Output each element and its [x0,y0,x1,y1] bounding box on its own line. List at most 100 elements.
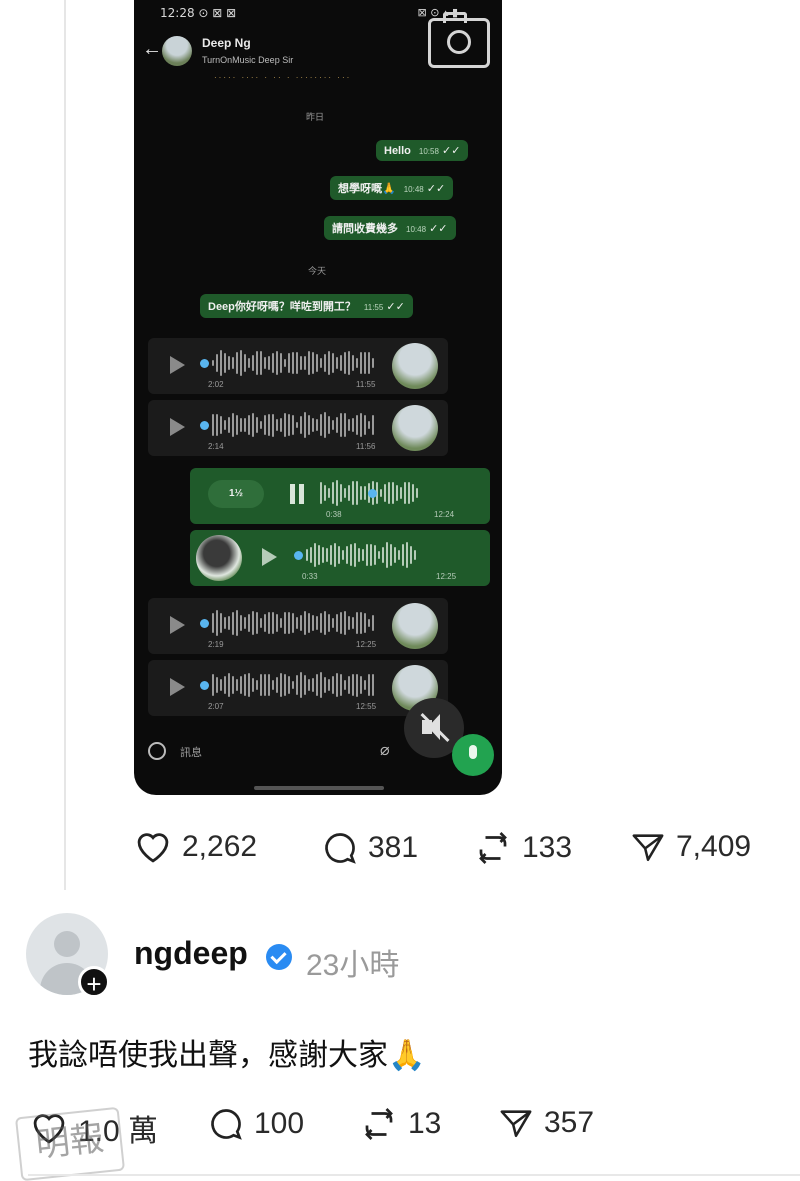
voice-duration: 2:07 [208,702,224,711]
share-action[interactable]: 357 [498,1106,594,1140]
play-icon[interactable] [262,548,277,566]
waveform-bar [212,413,214,437]
waveform-bar [332,420,334,430]
waveform-bar [308,351,310,375]
play-icon[interactable] [170,678,185,696]
waveform-bar [212,360,214,366]
waveform-bar [374,544,376,566]
voice-message[interactable]: 2:07 12:55 [148,660,448,716]
waveform-bar [392,481,394,505]
waveform-bar [344,680,346,690]
post-text: 我諗唔使我出聲，感謝大家🙏 [28,1039,426,1072]
waveform-bar [212,674,214,696]
waveform-bar [276,351,278,375]
playhead-dot[interactable] [368,489,377,498]
playhead-dot[interactable] [200,681,209,690]
play-icon[interactable] [170,418,185,436]
waveform-bar [312,615,314,631]
embedded-chat-screenshot[interactable]: 12:28 ⊙ ⊠ ⊠ ⊠ ⊙ ▴ ▮ ← Deep Ng TurnOnMusi… [134,0,502,795]
voice-message[interactable]: 2:02 11:55 [148,338,448,394]
waveform-bar [332,482,334,504]
waveform-bar [344,413,346,437]
waveform-bar [272,680,274,690]
waveform-bar [360,486,362,500]
thread-line [64,0,66,890]
waveform-bar [406,542,408,568]
waveform-bar [220,350,222,376]
waveform-bar [352,617,354,629]
waveform-bar [320,672,322,698]
waveform-bar [340,413,342,437]
playhead-dot[interactable] [200,619,209,628]
waveform-bar [296,421,298,429]
pause-icon[interactable] [290,484,304,504]
emoji-icon[interactable] [148,742,166,760]
share-action[interactable]: 7,409 [630,830,751,864]
back-arrow-icon[interactable]: ← [142,38,162,61]
waveform-bar [296,352,298,374]
voice-message[interactable]: 2:14 11:56 [148,400,448,456]
like-action[interactable]: 2,262 [134,830,257,864]
waveform-bar [356,415,358,435]
playhead-dot[interactable] [200,421,209,430]
waveform-bar [228,416,230,434]
post-time: 23小時 [306,949,400,982]
divider [28,1174,800,1176]
repost-icon [479,832,507,864]
reply-action[interactable]: 381 [322,830,418,866]
waveform-bar [260,618,262,628]
waveform-bar [352,417,354,433]
camera-icon[interactable] [428,12,490,68]
playhead-dot[interactable] [200,359,209,368]
waveform-bar [372,614,374,632]
repost-action[interactable]: 133 [474,830,572,866]
waveform-bar [304,675,306,695]
message-bubble[interactable]: Deep你好呀嗎？咩咗到開工？ 11:55 ✓✓ [200,294,413,318]
follow-plus-icon[interactable]: + [78,966,110,999]
message-bubble[interactable]: Hello 10:58 ✓✓ [376,140,469,161]
share-count: 357 [544,1106,595,1139]
microphone-button[interactable] [452,734,494,776]
waveform-bar [308,612,310,634]
voice-duration: 2:14 [208,442,224,451]
waveform-bar [352,355,354,371]
waveform-bar [322,547,324,563]
waveform-bar [364,486,366,500]
comment-icon [211,1109,242,1140]
waveform-bar [216,353,218,373]
playhead-dot[interactable] [294,551,303,560]
waveform-bar [356,611,358,635]
reply-count: 100 [254,1107,305,1140]
waveform-bar [416,487,418,499]
reply-action[interactable]: 100 [208,1106,304,1142]
waveform-bar [244,354,246,372]
send-icon [500,1110,532,1138]
play-icon[interactable] [170,356,185,374]
waveform-bar [276,614,278,632]
voice-message-sent[interactable]: 0:33 12:25 [190,530,490,586]
voice-message[interactable]: 2:19 12:25 [148,598,448,654]
waveform-bar [256,351,258,375]
heart-icon [137,833,169,863]
message-bubble[interactable]: 請問收費幾多 10:48 ✓✓ [324,216,456,240]
username[interactable]: ngdeep [134,935,248,972]
waveform-bar [260,420,262,430]
waveform-bar [316,616,318,630]
play-icon[interactable] [170,616,185,634]
waveform-bar [318,544,320,566]
voice-message-sent-playing[interactable]: 1½ 0:38 12:24 [190,468,490,524]
repost-action[interactable]: 13 [360,1106,441,1142]
chat-header-note: ····· ···· · ·· · ········ ··· [214,73,352,82]
waveform-bar [252,611,254,635]
chat-avatar[interactable] [162,36,192,66]
message-bubble[interactable]: 想學呀嘅🙏 10:48 ✓✓ [330,176,454,200]
attachment-icon[interactable]: ⌀ [380,740,390,760]
message-input-row[interactable]: 訊息 ⌀ [142,730,402,770]
playback-speed-button[interactable]: 1½ [208,480,264,508]
waveform-bar [344,352,346,374]
waveform-bar [272,413,274,437]
waveform-bar [340,354,342,372]
message-input-placeholder[interactable]: 訊息 [180,744,202,760]
waveform-bar [328,679,330,691]
waveform-bar [312,678,314,692]
